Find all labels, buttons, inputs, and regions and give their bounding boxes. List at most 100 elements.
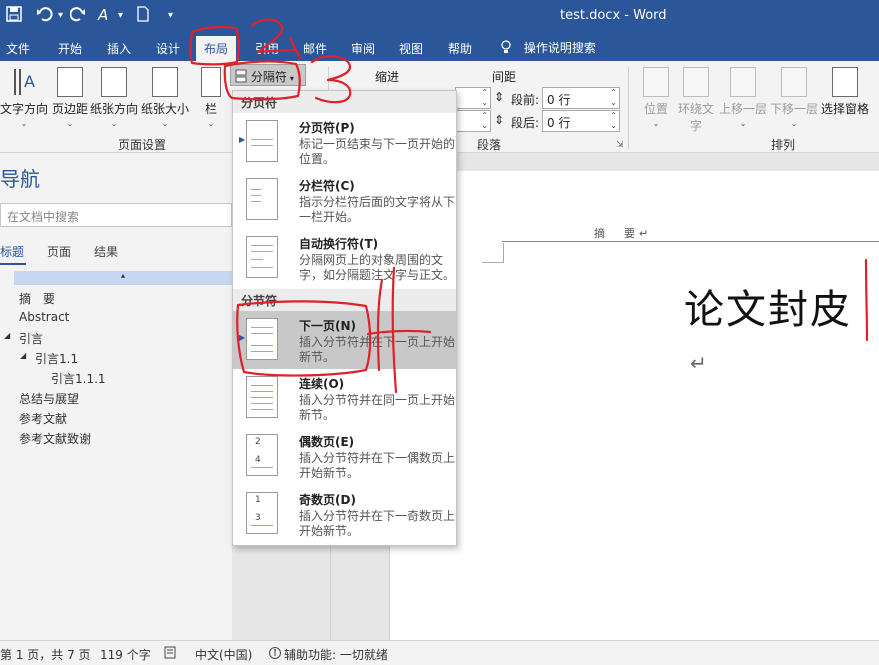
word-count[interactable]: 119 个字 — [100, 646, 151, 663]
columns-label: 栏 — [204, 102, 217, 116]
indent-right-field[interactable]: ⌃ ⌄ — [455, 110, 491, 132]
spinner-icon[interactable]: ⌃ ⌄ — [610, 88, 617, 108]
menu-item-title: 分栏符(C) — [299, 179, 355, 193]
menu-item-continuous[interactable]: 连续(O) 插入分节符并在同一页上开始新节。 — [233, 369, 456, 427]
customize-qat-icon[interactable]: ▾ — [168, 10, 173, 21]
collapse-icon[interactable]: ◢ — [20, 351, 26, 360]
wrap-text-icon — [683, 67, 709, 97]
paragraph-group-label: 段落 — [477, 138, 502, 152]
menu-item-description: 分隔网页上的对象周围的文字，如分隔题注文字与正文。 — [299, 253, 456, 282]
tab-layout[interactable]: 布局 — [196, 36, 237, 61]
breaks-menu: 分页符 ▶ 分页符(P) 标记一页结束与下一页开始的位置。 分栏符(C) 指示分… — [232, 90, 457, 546]
nav-heading-intro-1-1-1[interactable]: 引言1.1.1 — [51, 370, 106, 387]
indent-left-field[interactable]: ⌃ ⌄ — [455, 87, 491, 109]
breaks-icon — [235, 69, 251, 84]
nav-heading-abstract[interactable]: Abstract — [19, 310, 69, 324]
cover-title[interactable]: 论文封皮 — [684, 277, 852, 335]
selection-pane-button[interactable]: 选择窗格 — [820, 67, 870, 117]
chevron-down-icon: ⌄ — [66, 119, 74, 128]
save-icon[interactable] — [6, 6, 22, 26]
page-break-icon — [246, 120, 278, 162]
format-dropdown-icon[interactable]: ▾ — [118, 10, 123, 21]
tab-file[interactable]: 文件 — [6, 40, 30, 57]
nav-heading-references[interactable]: 参考文献 — [19, 410, 67, 427]
tab-design[interactable]: 设计 — [156, 40, 180, 57]
header-rule — [502, 241, 879, 242]
send-backward-icon — [781, 67, 807, 97]
menu-item-next-page[interactable]: ▶ 下一页(N) 插入分节符并在下一页上开始新节。 — [233, 311, 456, 369]
paragraph-mark: ↵ — [690, 351, 707, 375]
spinner-icon[interactable]: ⌃ ⌄ — [610, 111, 617, 131]
bring-forward-button[interactable]: 上移一层 ⌄ — [718, 67, 768, 128]
menu-item-description: 标记一页结束与下一页开始的位置。 — [299, 137, 456, 166]
redo-icon[interactable] — [69, 6, 86, 26]
next-page-break-icon — [246, 318, 278, 360]
indent-label: 缩进 — [375, 70, 400, 84]
spacing-before-field[interactable]: 0 行 ⌃ ⌄ — [542, 87, 620, 109]
menu-item-page-break[interactable]: ▶ 分页符(P) 标记一页结束与下一页开始的位置。 — [233, 113, 456, 171]
text-direction-icon: A — [11, 67, 37, 97]
format-painter-icon[interactable]: A — [98, 6, 108, 24]
nav-heading-intro-1-1[interactable]: 引言1.1 — [35, 350, 78, 367]
page-count[interactable]: 第 1 页，共 7 页 — [0, 646, 91, 663]
margins-button[interactable]: 页边距 ⌄ — [50, 67, 90, 128]
menu-item-description: 插入分节符并在下一偶数页上开始新节。 — [299, 451, 456, 480]
tab-mailings[interactable]: 邮件 — [303, 40, 327, 57]
size-button[interactable]: 纸张大小 ⌄ — [140, 67, 190, 128]
undo-icon[interactable] — [36, 6, 54, 26]
tab-help[interactable]: 帮助 — [448, 40, 472, 57]
send-backward-button[interactable]: 下移一层 ⌄ — [769, 67, 819, 128]
tab-view[interactable]: 视图 — [399, 40, 423, 57]
columns-button[interactable]: 栏 ⌄ — [198, 67, 224, 128]
tab-insert[interactable]: 插入 — [107, 40, 131, 57]
nav-scroll-up[interactable]: ▴ — [14, 271, 232, 285]
language[interactable]: 中文(中国) — [195, 646, 252, 663]
proofing-icon[interactable] — [164, 646, 178, 662]
wrap-text-button[interactable]: 环绕文字 — [676, 67, 716, 134]
continuous-break-icon — [246, 376, 278, 418]
title-bar: ▾ A ▾ ▾ test.docx - Word — [0, 0, 879, 34]
nav-tab-pages[interactable]: 页面 — [47, 243, 71, 260]
nav-heading-intro[interactable]: 引言 — [19, 330, 43, 347]
group-separator — [628, 67, 629, 149]
menu-item-description: 插入分节符并在下一页上开始新节。 — [299, 335, 456, 364]
size-label: 纸张大小 — [140, 102, 189, 116]
spinner-icon[interactable]: ⌃ ⌄ — [481, 111, 488, 131]
document-icon[interactable] — [136, 6, 150, 26]
nav-heading-summary[interactable]: 总结与展望 — [19, 390, 79, 407]
nav-tab-headings[interactable]: 标题 — [0, 243, 24, 260]
page-setup-group-label: 页面设置 — [118, 138, 167, 152]
menu-item-odd-page[interactable]: 13 奇数页(D) 插入分节符并在下一奇数页上开始新节。 — [233, 485, 456, 543]
tab-review[interactable]: 审阅 — [351, 40, 375, 57]
collapse-icon[interactable]: ◢ — [4, 331, 10, 340]
undo-dropdown-icon[interactable]: ▾ — [58, 10, 63, 21]
orientation-icon — [101, 67, 127, 97]
dialog-launcher-icon[interactable]: ⇲ — [616, 140, 624, 150]
text-direction-button[interactable]: A 文字方向 ⌄ — [0, 67, 48, 128]
nav-heading-references-ack[interactable]: 参考文献致谢 — [19, 430, 91, 447]
spacing-before-value: 0 行 — [547, 93, 571, 107]
search-input[interactable]: 在文档中搜索 — [0, 203, 232, 227]
nav-heading-abstract-cn[interactable]: 摘 要 — [19, 290, 55, 307]
tab-references[interactable]: 引用 — [255, 40, 279, 57]
orientation-button[interactable]: 纸张方向 ⌄ — [89, 67, 139, 128]
tab-home[interactable]: 开始 — [58, 40, 82, 57]
menu-item-text-wrapping-break[interactable]: 自动换行符(T) 分隔网页上的对象周围的文字，如分隔题注文字与正文。 — [233, 229, 456, 287]
position-icon — [643, 67, 669, 97]
tell-me-search[interactable]: 操作说明搜索 — [500, 39, 596, 56]
menu-item-column-break[interactable]: 分栏符(C) 指示分栏符后面的文字将从下一栏开始。 — [233, 171, 456, 229]
menu-item-description: 插入分节符并在下一奇数页上开始新节。 — [299, 509, 456, 538]
bring-forward-icon — [730, 67, 756, 97]
breaks-button[interactable]: 分隔符 ▾ — [230, 64, 306, 86]
active-tab-indicator — [0, 263, 26, 265]
margins-label: 页边距 — [51, 102, 88, 116]
nav-tab-results[interactable]: 结果 — [94, 243, 118, 260]
send-backward-label: 下移一层 — [769, 102, 818, 116]
menu-item-even-page[interactable]: 24 偶数页(E) 插入分节符并在下一偶数页上开始新节。 — [233, 427, 456, 485]
accessibility-status[interactable]: 辅助功能: 一切就绪 — [284, 646, 388, 663]
menu-item-title: 分页符(P) — [299, 121, 355, 135]
spinner-icon[interactable]: ⌃ ⌄ — [481, 88, 488, 108]
spacing-after-value: 0 行 — [547, 116, 571, 130]
position-button[interactable]: 位置 ⌄ — [640, 67, 672, 128]
spacing-after-field[interactable]: 0 行 ⌃ ⌄ — [542, 110, 620, 132]
